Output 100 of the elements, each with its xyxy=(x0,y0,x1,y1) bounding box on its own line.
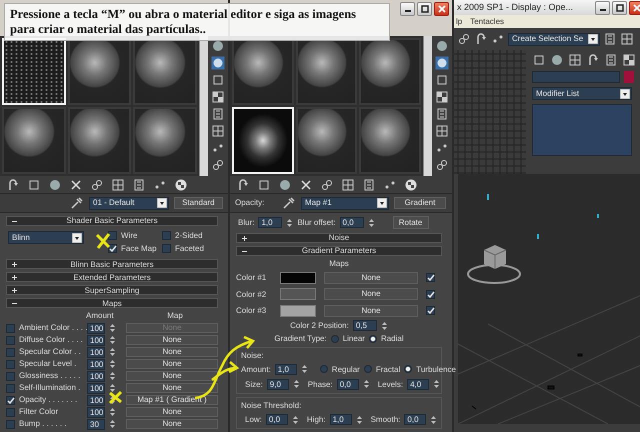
object-name-field[interactable] xyxy=(532,71,620,83)
map-button[interactable]: None xyxy=(126,419,218,430)
checkbox[interactable] xyxy=(108,244,117,254)
color-swatch[interactable] xyxy=(280,288,316,300)
rotate-button[interactable]: Rotate xyxy=(392,216,429,230)
checkbox[interactable] xyxy=(108,231,117,240)
checkbox[interactable] xyxy=(6,336,15,345)
close-button[interactable] xyxy=(629,0,640,14)
checkbox[interactable] xyxy=(6,384,15,393)
amount-field[interactable]: 100 xyxy=(87,394,105,406)
checkbox[interactable] xyxy=(162,244,171,254)
square-icon[interactable] xyxy=(435,73,449,87)
grid-icon[interactable] xyxy=(111,178,125,192)
spinner-icon[interactable] xyxy=(368,218,375,228)
x-icon[interactable] xyxy=(69,178,83,192)
film-icon[interactable] xyxy=(435,107,449,121)
spinner-icon[interactable] xyxy=(109,359,116,370)
noise-field[interactable]: 0,0 xyxy=(336,378,359,390)
map-button[interactable]: None xyxy=(324,288,418,300)
checker-icon[interactable] xyxy=(211,90,225,104)
rollout-header[interactable]: Shader Basic Parameters xyxy=(6,216,218,226)
eyedropper-icon[interactable] xyxy=(282,196,296,210)
color-swatch[interactable] xyxy=(280,272,316,284)
modifier-list-dropdown[interactable]: Modifier List xyxy=(532,87,632,100)
radio-button[interactable] xyxy=(404,365,412,374)
grid-icon[interactable] xyxy=(568,53,582,67)
material-name-dropdown[interactable]: 01 - Default xyxy=(89,196,169,210)
checkbox[interactable] xyxy=(426,273,435,282)
checkbox[interactable] xyxy=(6,372,15,381)
minimize-button[interactable] xyxy=(400,2,415,16)
maximize-button[interactable] xyxy=(417,2,432,16)
grid-icon[interactable] xyxy=(211,124,225,138)
checkbox[interactable] xyxy=(426,290,435,299)
checkbox[interactable] xyxy=(6,348,15,357)
film-icon[interactable] xyxy=(603,32,617,46)
link-icon[interactable] xyxy=(435,158,449,172)
map-name-dropdown[interactable]: Map #1 xyxy=(301,196,389,210)
sphere-icon[interactable] xyxy=(211,39,225,53)
spinner-icon[interactable] xyxy=(109,395,116,406)
amount-field[interactable]: 100 xyxy=(87,346,105,358)
checker-sphere-icon[interactable] xyxy=(174,178,188,192)
noise-field[interactable]: 9,0 xyxy=(266,378,289,390)
map-button[interactable]: None xyxy=(324,304,418,317)
spinner-icon[interactable] xyxy=(356,414,363,424)
checkbox[interactable] xyxy=(6,360,15,369)
sphere-icon[interactable] xyxy=(435,39,449,53)
position-field[interactable]: 0,5 xyxy=(352,320,377,332)
link-icon[interactable] xyxy=(211,158,225,172)
amount-field[interactable]: 100 xyxy=(87,382,105,394)
spinner-icon[interactable] xyxy=(109,407,116,418)
rollout-header[interactable]: Maps xyxy=(6,298,218,308)
film-icon[interactable] xyxy=(604,53,618,67)
rollout-header[interactable]: Blinn Basic Parameters xyxy=(6,259,218,270)
shader-dropdown[interactable]: Blinn xyxy=(8,231,84,244)
threshold-field[interactable]: 0,0 xyxy=(266,414,288,425)
blur-offset-field[interactable]: 0,0 xyxy=(340,217,364,228)
map-button[interactable]: None xyxy=(126,359,218,370)
spinner-icon[interactable] xyxy=(109,347,116,358)
spinner-icon[interactable] xyxy=(430,414,438,424)
blur-field[interactable]: 1,0 xyxy=(258,217,282,228)
eyedropper-icon[interactable] xyxy=(70,196,84,210)
square-icon[interactable] xyxy=(27,178,41,192)
spinner-icon[interactable] xyxy=(433,379,440,390)
close-button[interactable] xyxy=(434,2,449,16)
threshold-field[interactable]: 0,0 xyxy=(404,414,426,425)
object-color-swatch[interactable] xyxy=(624,71,634,83)
checkbox[interactable] xyxy=(426,306,435,316)
menu-item[interactable]: lp xyxy=(456,16,462,26)
map-button[interactable]: None xyxy=(324,272,418,284)
cloud-preview[interactable] xyxy=(232,107,294,174)
checker-icon[interactable] xyxy=(435,90,449,104)
grid-icon[interactable] xyxy=(620,32,634,46)
square-icon[interactable] xyxy=(257,178,271,192)
spinner-icon[interactable] xyxy=(362,379,370,390)
amount-field[interactable]: 100 xyxy=(87,406,105,418)
radio-button[interactable] xyxy=(364,365,372,374)
radio-button[interactable] xyxy=(330,335,339,344)
film-icon[interactable] xyxy=(211,107,225,121)
spinner-icon[interactable] xyxy=(109,335,116,346)
checker-icon[interactable] xyxy=(622,53,636,67)
spinner-icon[interactable] xyxy=(109,419,116,430)
map-button[interactable]: None xyxy=(126,347,218,358)
sphere-icon[interactable] xyxy=(278,178,292,192)
amount-field[interactable]: 100 xyxy=(87,370,105,382)
framed-sphere-icon[interactable] xyxy=(211,56,225,70)
square-icon[interactable] xyxy=(532,53,546,67)
radio-button[interactable] xyxy=(320,365,328,374)
maximize-button[interactable] xyxy=(612,0,627,14)
link-icon[interactable] xyxy=(320,178,334,192)
spinner-icon[interactable] xyxy=(109,371,116,382)
spinner-icon[interactable] xyxy=(292,379,300,390)
link-icon[interactable] xyxy=(90,178,104,192)
link-icon[interactable] xyxy=(457,32,471,46)
amount-field[interactable]: 100 xyxy=(87,334,105,346)
selection-set-dropdown[interactable]: Create Selection Se xyxy=(508,32,600,46)
amount-field[interactable]: 30 xyxy=(87,418,105,430)
framed-sphere-icon[interactable] xyxy=(435,56,449,70)
checkbox[interactable] xyxy=(6,396,15,405)
x-icon[interactable] xyxy=(299,178,313,192)
radio-button[interactable] xyxy=(368,335,377,344)
